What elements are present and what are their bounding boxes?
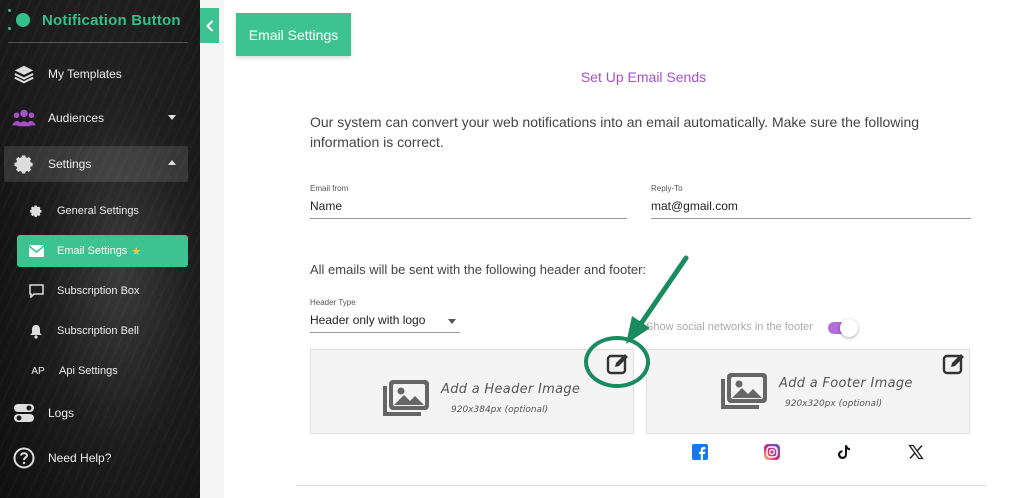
sidebar-item-settings[interactable]: Settings bbox=[4, 146, 188, 182]
header-type-value[interactable]: Header only with logo bbox=[310, 313, 460, 333]
sidebar-item-label: Need Help? bbox=[48, 451, 112, 465]
divider bbox=[8, 42, 188, 43]
sidebar-subitem-subscription-box[interactable]: Subscription Box bbox=[17, 275, 188, 307]
users-icon bbox=[12, 106, 36, 130]
header-type-select[interactable]: Header Type Header only with logo bbox=[310, 298, 460, 333]
reply-to-field[interactable]: Reply-To mat@gmail.com bbox=[651, 184, 971, 219]
sidebar-subitem-label: Subscription Bell bbox=[57, 325, 139, 337]
sidebar-item-label: Audiences bbox=[48, 111, 105, 125]
reply-to-label: Reply-To bbox=[651, 184, 683, 193]
brand-title: Notification Button bbox=[42, 11, 181, 29]
gear-icon bbox=[27, 202, 45, 220]
email-from-field[interactable]: Email from Name bbox=[310, 184, 627, 219]
gear-icon bbox=[12, 152, 36, 176]
intro-text: Our system can convert your web notifica… bbox=[310, 114, 920, 150]
header-type-label: Header Type bbox=[310, 298, 356, 307]
sidebar-subitem-api-settings[interactable]: AP Api Settings bbox=[17, 355, 188, 387]
sidebar-subitem-subscription-bell[interactable]: Subscription Bell bbox=[17, 315, 188, 347]
logo-icon bbox=[8, 9, 30, 30]
bell-icon bbox=[27, 322, 45, 340]
header-image-size: 920x384px (optional) bbox=[451, 405, 549, 415]
image-icon bbox=[383, 380, 429, 416]
sidebar-collapse-button[interactable] bbox=[200, 8, 219, 43]
email-from-input[interactable]: Name bbox=[310, 199, 627, 219]
tab-email-settings[interactable]: Email Settings bbox=[236, 13, 351, 56]
tiktok-icon[interactable] bbox=[835, 443, 853, 461]
footer-image-dropzone[interactable]: Add a Footer Image 920x320px (optional) bbox=[646, 349, 970, 434]
layers-icon bbox=[12, 62, 36, 86]
sidebar-subitem-label: General Settings bbox=[57, 205, 139, 217]
sidebar-subitem-label: Email Settings bbox=[57, 245, 128, 257]
reply-to-input[interactable]: mat@gmail.com bbox=[651, 199, 971, 219]
star-icon: ★ bbox=[131, 245, 142, 258]
footer-image-size: 920x320px (optional) bbox=[785, 399, 883, 409]
chevron-left-icon bbox=[205, 19, 213, 32]
chevron-down-icon bbox=[168, 115, 176, 120]
annotation-arrow-icon bbox=[626, 255, 689, 344]
annotation-highlight bbox=[584, 336, 650, 388]
section-title: Set Up Email Sends bbox=[580, 69, 707, 85]
brand[interactable]: Notification Button bbox=[8, 6, 181, 34]
sidebar-subitem-label: Api Settings bbox=[59, 365, 118, 377]
footer-image-title: Add a Footer Image bbox=[779, 376, 913, 391]
image-icon bbox=[721, 373, 767, 409]
instagram-icon[interactable] bbox=[763, 443, 781, 461]
toggle-knob bbox=[840, 319, 858, 337]
sidebar-item-label: Logs bbox=[48, 406, 75, 420]
header-image-title: Add a Header Image bbox=[441, 382, 581, 397]
social-toggle[interactable] bbox=[828, 319, 858, 337]
sidebar-item-logs[interactable]: Logs bbox=[4, 395, 188, 431]
sidebar-item-my-templates[interactable]: My Templates bbox=[4, 56, 188, 92]
header-footer-heading: All emails will be sent with the followi… bbox=[310, 262, 647, 277]
sidebar: Notification Button My Templates Audienc… bbox=[0, 0, 200, 498]
sidebar-subitem-email-settings[interactable]: Email Settings ★ bbox=[17, 235, 188, 267]
api-icon: AP bbox=[31, 365, 45, 377]
divider bbox=[296, 485, 986, 486]
edit-footer-image-icon[interactable] bbox=[942, 352, 966, 376]
chat-icon bbox=[27, 282, 45, 300]
chevron-up-icon bbox=[168, 160, 176, 165]
mail-icon bbox=[27, 242, 45, 260]
sidebar-item-label: My Templates bbox=[48, 67, 122, 81]
x-icon[interactable] bbox=[907, 443, 925, 461]
sidebar-item-label: Settings bbox=[48, 157, 92, 171]
sidebar-subitem-label: Subscription Box bbox=[57, 285, 140, 297]
sidebar-item-audiences[interactable]: Audiences bbox=[4, 100, 188, 136]
toggle-icon bbox=[12, 401, 36, 425]
help-icon bbox=[12, 446, 36, 470]
sidebar-item-need-help[interactable]: Need Help? bbox=[4, 440, 188, 476]
sidebar-subitem-general-settings[interactable]: General Settings bbox=[17, 195, 188, 227]
email-from-label: Email from bbox=[310, 184, 349, 193]
facebook-icon[interactable] bbox=[691, 443, 709, 461]
